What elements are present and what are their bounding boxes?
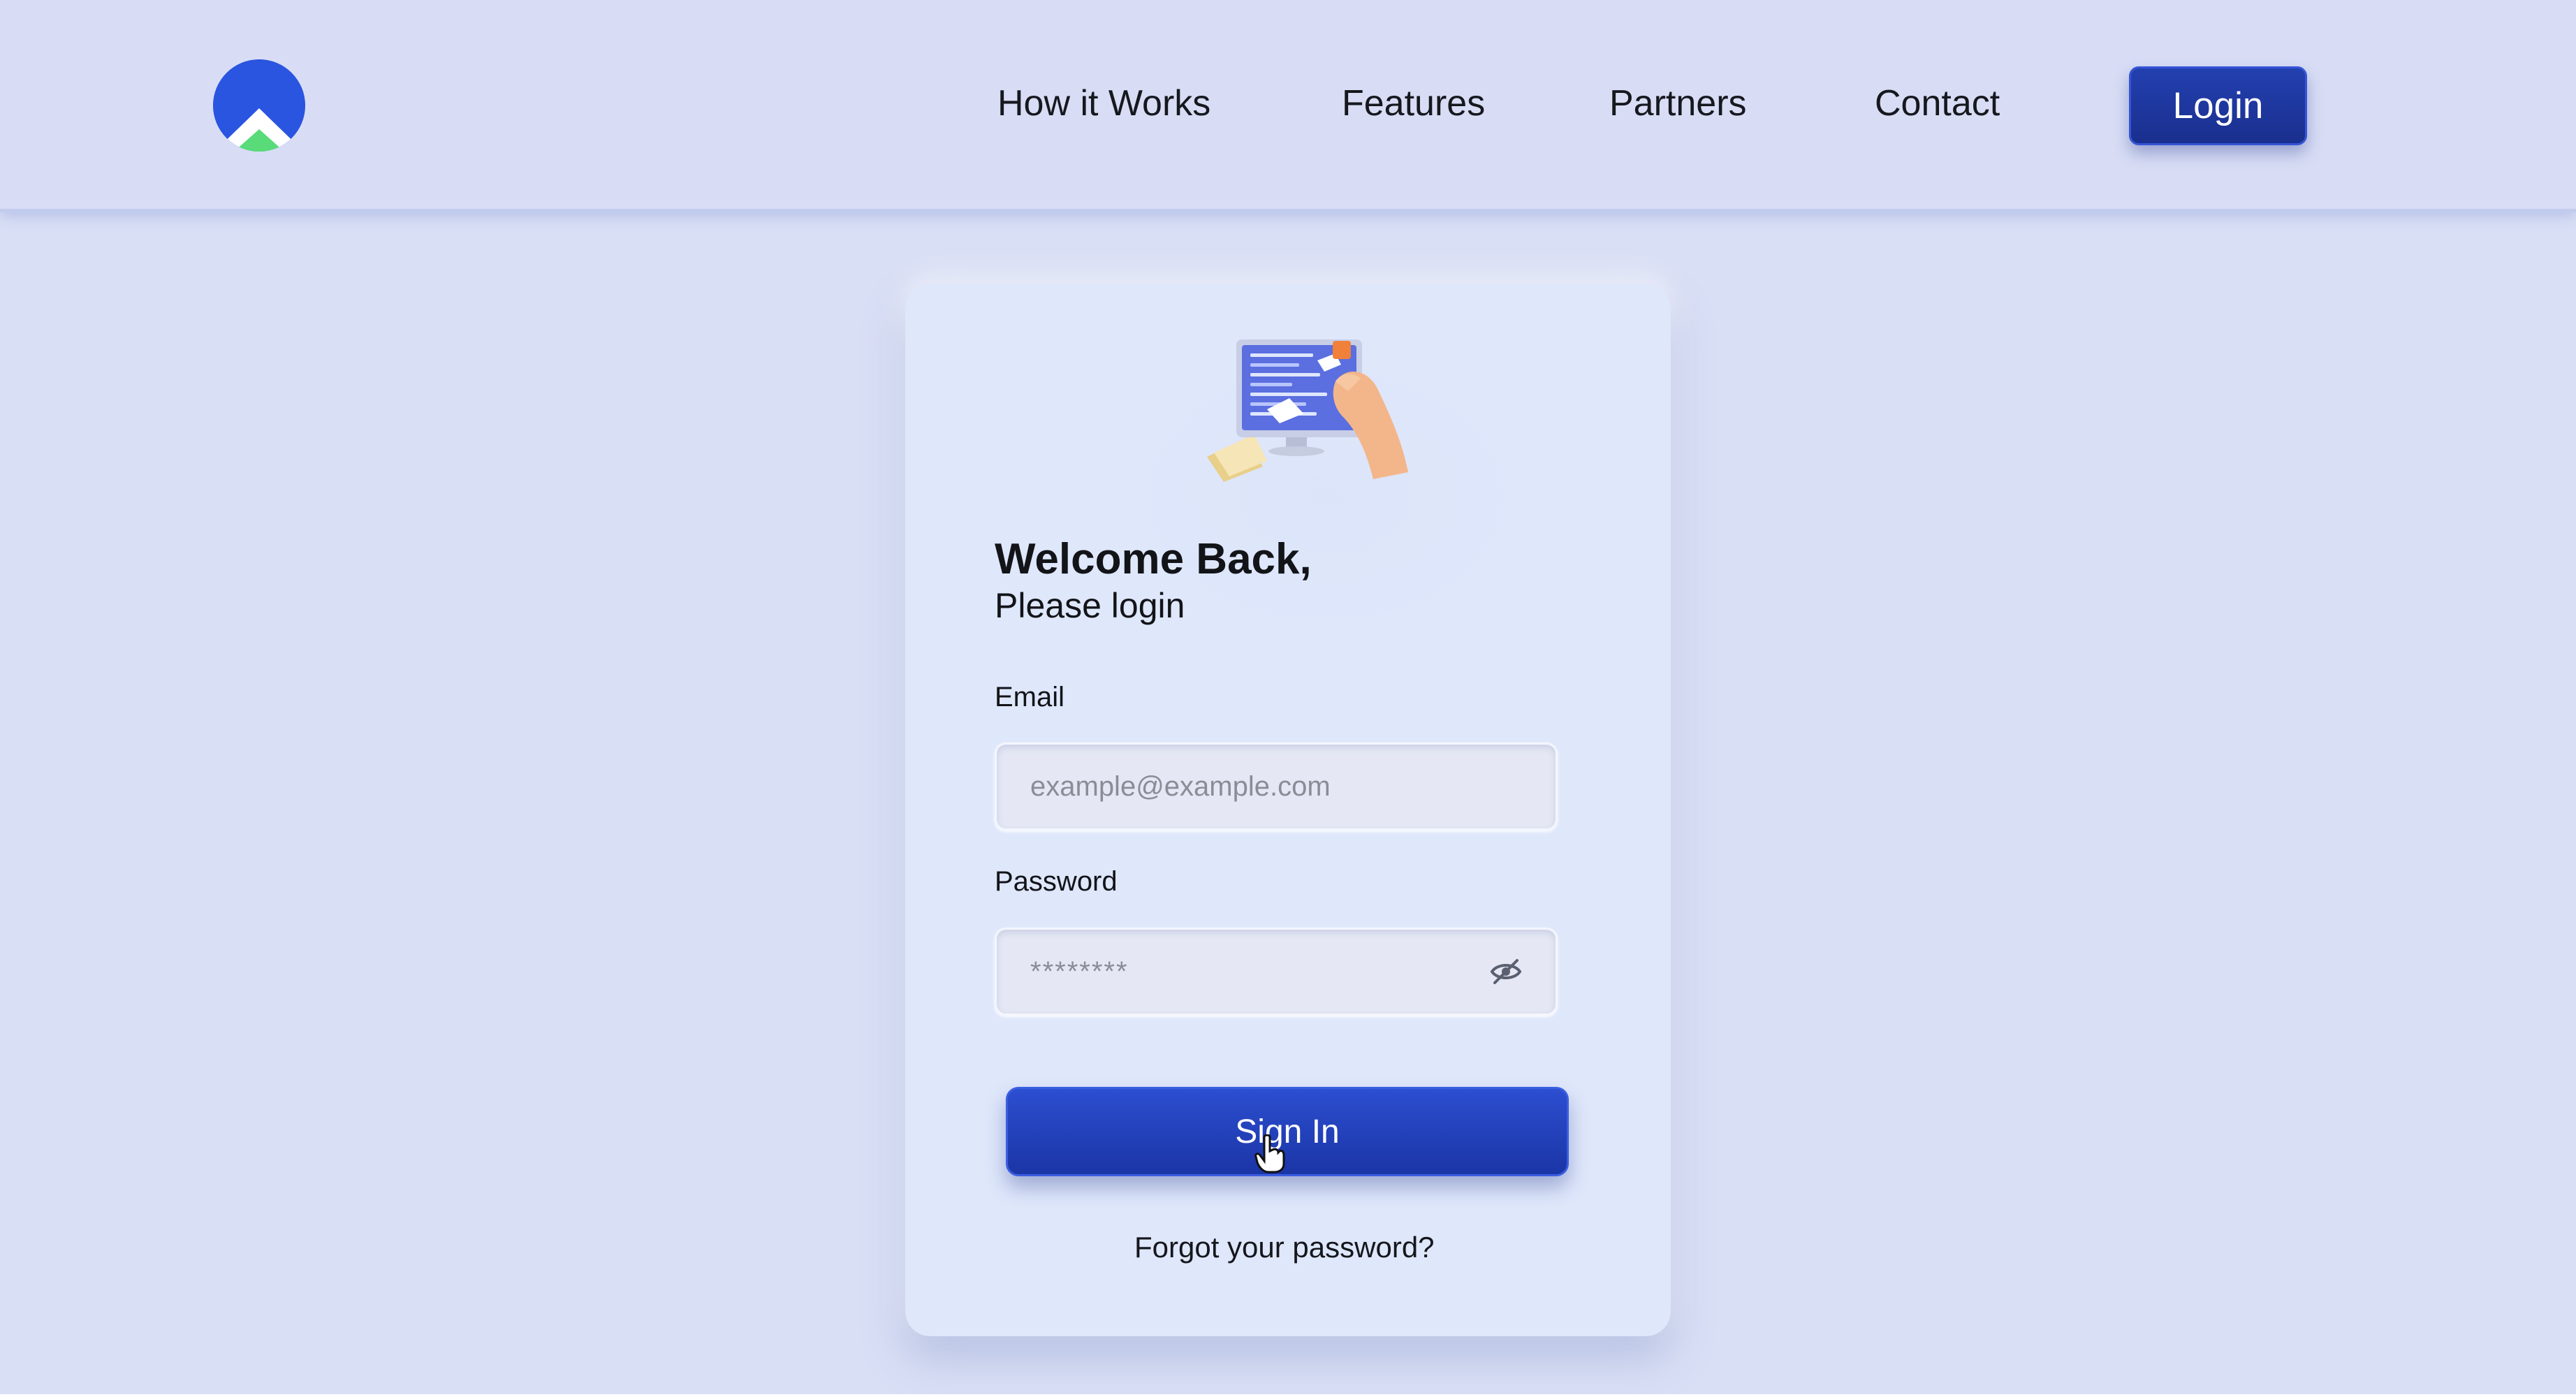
nav-features[interactable]: Features [1342,82,1485,129]
logo-icon[interactable] [213,59,305,152]
welcome-heading: Welcome Back, [995,535,1312,583]
email-field[interactable] [1030,745,1477,828]
password-label: Password [995,866,1118,897]
password-field[interactable] [1030,930,1477,1014]
nav-partners[interactable]: Partners [1609,82,1747,129]
email-label: Email [995,682,1065,712]
hand-pointer-cursor-icon [1254,1134,1285,1173]
bottom-edge [0,1394,2576,1397]
nav-how-it-works[interactable]: How it Works [997,82,1210,129]
login-button[interactable]: Login [2129,66,2307,145]
computer-with-hand-illustration [1207,339,1408,482]
sign-in-button[interactable]: Sign In [1006,1087,1569,1176]
nav-contact[interactable]: Contact [1875,82,2000,129]
password-field-wrapper [995,928,1558,1016]
top-navbar: How it Works Features Partners Contact L… [0,0,2576,212]
eye-slash-icon[interactable] [1489,956,1523,987]
mountain-sun-logo-icon [213,59,305,152]
email-field-wrapper [995,743,1558,831]
forgot-password-link[interactable]: Forgot your password? [1134,1231,1435,1264]
login-subtitle: Please login [995,586,1185,625]
